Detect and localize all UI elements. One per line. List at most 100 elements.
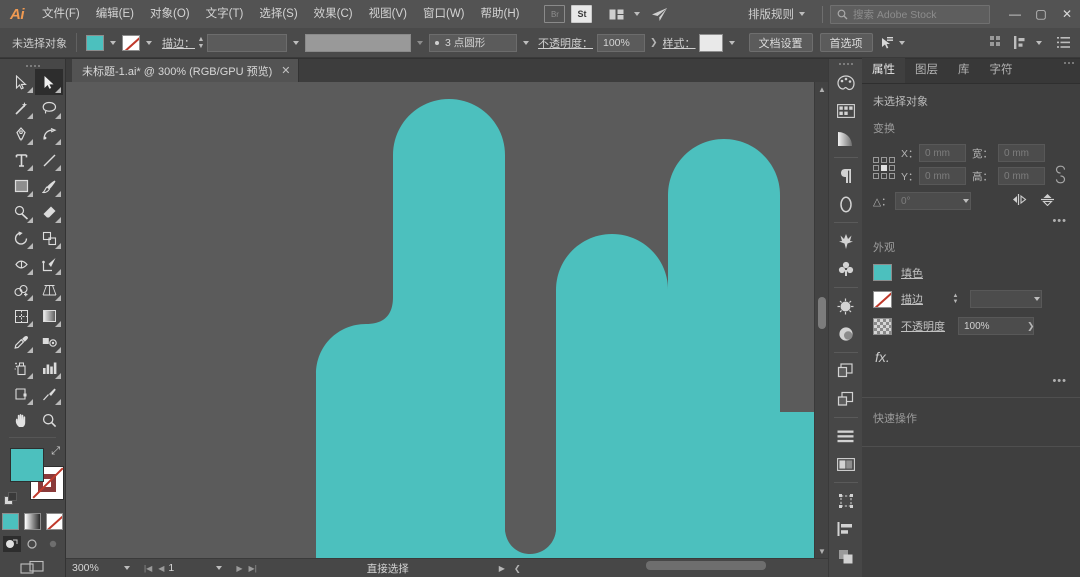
default-fill-stroke-icon[interactable]: [4, 492, 20, 508]
gradient-panel-icon[interactable]: [833, 126, 859, 152]
status-tool-label[interactable]: 直接选择: [367, 561, 409, 576]
direct-selection-tool[interactable]: [35, 69, 63, 95]
scroll-up-icon[interactable]: ▲: [815, 82, 829, 96]
appearance-more-options[interactable]: •••: [862, 365, 1080, 387]
document-tab[interactable]: 未标题-1.ai* @ 300% (RGB/GPU 预览) ✕: [72, 59, 299, 82]
list-icon[interactable]: [1057, 37, 1070, 48]
swap-fill-stroke-icon[interactable]: ⤢: [51, 445, 60, 458]
color-panel-icon[interactable]: [833, 70, 859, 96]
eyedropper-tool[interactable]: [7, 329, 35, 355]
swatches-panel-icon[interactable]: [833, 98, 859, 124]
horizontal-scrollbar-thumb[interactable]: [646, 561, 766, 570]
next-artboard-icon[interactable]: ▶: [236, 564, 242, 573]
paper-plane-icon[interactable]: [647, 5, 671, 23]
fill-color-box[interactable]: [10, 448, 44, 482]
chevron-down-icon[interactable]: [124, 566, 130, 570]
color-swatch-button[interactable]: [2, 513, 19, 530]
flip-vertical-icon[interactable]: [1040, 193, 1055, 209]
fill-swatch[interactable]: [873, 264, 892, 281]
artboard-number-input[interactable]: 1: [164, 562, 210, 574]
transform-more-options[interactable]: •••: [862, 210, 1080, 227]
shaper-tool[interactable]: [7, 199, 35, 225]
stroke-weight-stepper[interactable]: ▲▼: [950, 290, 961, 308]
menu-item-object[interactable]: 对象(O): [142, 0, 198, 28]
transform-panel-icon[interactable]: [833, 488, 859, 514]
stroke-profile-select[interactable]: [305, 34, 411, 52]
stock-icon[interactable]: St: [571, 5, 592, 23]
paintbrush-tool[interactable]: [35, 173, 63, 199]
document-setup-button[interactable]: 文档设置: [749, 33, 813, 52]
arrange-rules-menu[interactable]: 排版规则: [742, 6, 811, 22]
gradient-swatch-button[interactable]: [24, 513, 41, 530]
canvas-area[interactable]: [66, 82, 814, 558]
asset-export-panel-icon[interactable]: [833, 386, 859, 412]
menu-item-help[interactable]: 帮助(H): [473, 0, 528, 28]
brushes-panel-icon[interactable]: [833, 228, 859, 254]
line-segment-tool[interactable]: [35, 147, 63, 173]
panel-menu-icon[interactable]: [1064, 62, 1074, 64]
menu-item-window[interactable]: 窗口(W): [415, 0, 473, 28]
magic-wand-tool[interactable]: [7, 95, 35, 121]
close-icon[interactable]: ✕: [281, 64, 290, 77]
menu-item-select[interactable]: 选择(S): [251, 0, 305, 28]
hand-tool[interactable]: [7, 407, 35, 433]
perspective-grid-tool[interactable]: [35, 277, 63, 303]
slice-tool[interactable]: [35, 381, 63, 407]
stock-search-input[interactable]: 搜索 Adobe Stock: [830, 5, 990, 24]
gradient-tool[interactable]: [35, 303, 63, 329]
align-icon[interactable]: [990, 36, 1003, 49]
stroke-weight-field[interactable]: [970, 290, 1042, 308]
arrange-documents-button[interactable]: [603, 5, 644, 23]
chevron-down-icon[interactable]: [417, 41, 423, 45]
tab-layers[interactable]: 图层: [905, 58, 948, 83]
select-similar-button[interactable]: [880, 36, 909, 50]
chevron-down-icon[interactable]: [963, 199, 969, 203]
image-trace-panel-icon[interactable]: [833, 451, 859, 477]
menu-item-type[interactable]: 文字(T): [198, 0, 252, 28]
stroke-color-swatch[interactable]: [122, 35, 140, 51]
align-panel-icon[interactable]: [833, 516, 859, 542]
rail-grip[interactable]: [839, 63, 853, 65]
opacity-options-icon[interactable]: ❯: [650, 37, 658, 48]
artwork-shape-final[interactable]: [66, 82, 814, 558]
opacity-field[interactable]: 100%: [958, 317, 1034, 335]
chevron-down-icon[interactable]: [146, 41, 152, 45]
graphic-style-swatch[interactable]: [699, 34, 723, 52]
fx-button[interactable]: fx.: [862, 341, 1080, 365]
blend-tool[interactable]: [35, 329, 63, 355]
artboards-panel-icon[interactable]: [833, 358, 859, 384]
opacity-swatch[interactable]: [873, 318, 892, 335]
width-tool[interactable]: [7, 251, 35, 277]
pen-tool[interactable]: [7, 121, 35, 147]
rotate-tool[interactable]: [7, 225, 35, 251]
menu-item-file[interactable]: 文件(F): [34, 0, 88, 28]
tab-properties[interactable]: 属性: [862, 58, 905, 83]
curvature-tool[interactable]: [35, 121, 63, 147]
stroke-weight-input[interactable]: [207, 34, 287, 52]
symbol-sprayer-tool[interactable]: [7, 355, 35, 381]
rectangle-tool[interactable]: [7, 173, 35, 199]
distribute-icon[interactable]: [1014, 36, 1046, 49]
chevron-down-icon[interactable]: [729, 41, 735, 45]
chevron-down-icon[interactable]: [216, 566, 222, 570]
chevron-down-icon[interactable]: [1034, 297, 1040, 301]
status-play-icon[interactable]: ▶: [499, 564, 505, 573]
menu-item-effect[interactable]: 效果(C): [306, 0, 361, 28]
tab-libraries[interactable]: 库: [948, 58, 980, 83]
eraser-tool[interactable]: [35, 199, 63, 225]
draw-normal-icon[interactable]: [3, 536, 21, 552]
transparency-panel-icon[interactable]: [833, 293, 859, 319]
change-screen-mode-button[interactable]: [0, 560, 65, 576]
zoom-level-input[interactable]: 300%: [66, 559, 118, 577]
constrain-proportions-icon[interactable]: [1051, 158, 1069, 190]
scale-tool[interactable]: [35, 225, 63, 251]
fill-color-swatch[interactable]: [86, 35, 104, 51]
maximize-button[interactable]: ▢: [1028, 0, 1054, 28]
menu-item-edit[interactable]: 编辑(E): [88, 0, 142, 28]
symbols-panel-icon[interactable]: [833, 256, 859, 282]
chevron-down-icon[interactable]: [110, 41, 116, 45]
close-button[interactable]: ✕: [1054, 0, 1080, 28]
x-input[interactable]: 0 mm: [919, 144, 966, 162]
paragraph-panel-icon[interactable]: [833, 163, 859, 189]
first-artboard-icon[interactable]: |◀: [144, 564, 152, 573]
